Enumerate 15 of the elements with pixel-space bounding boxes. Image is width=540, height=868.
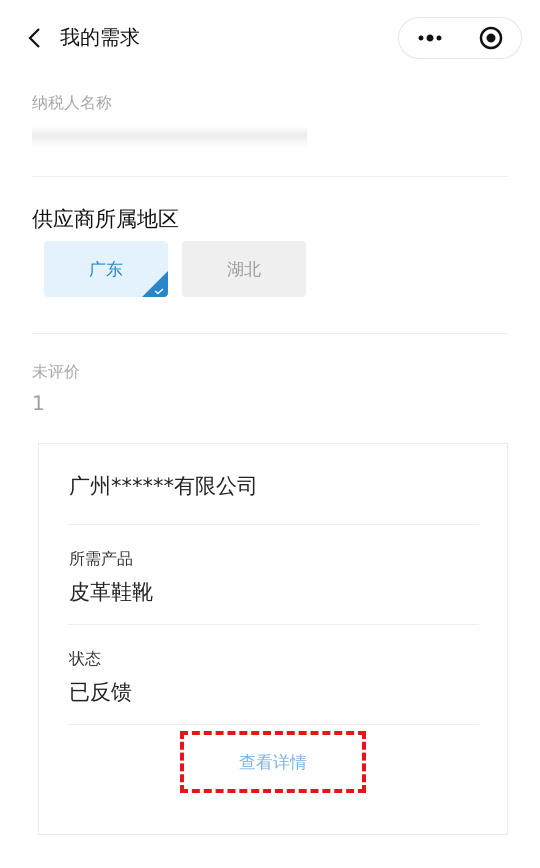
check-icon bbox=[142, 271, 168, 297]
more-icon[interactable] bbox=[416, 34, 442, 42]
field-label: 纳税人名称 bbox=[32, 93, 113, 114]
company-name: 广州******有限公司 bbox=[69, 473, 259, 500]
field-value: 已反馈 bbox=[69, 679, 133, 706]
view-details-link[interactable]: 查看详情 bbox=[180, 731, 366, 793]
region-option[interactable]: 广东 bbox=[44, 241, 168, 297]
field-label: 状态 bbox=[69, 649, 102, 670]
region-option[interactable]: 湖北 bbox=[182, 241, 306, 297]
field-label: 所需产品 bbox=[69, 549, 134, 570]
field-value: 1 bbox=[32, 391, 46, 415]
page-title: 我的需求 bbox=[60, 24, 141, 51]
field-value: 皮革鞋靴 bbox=[69, 579, 154, 606]
section-title: 供应商所属地区 bbox=[32, 206, 180, 233]
field-label: 未评价 bbox=[32, 362, 81, 383]
